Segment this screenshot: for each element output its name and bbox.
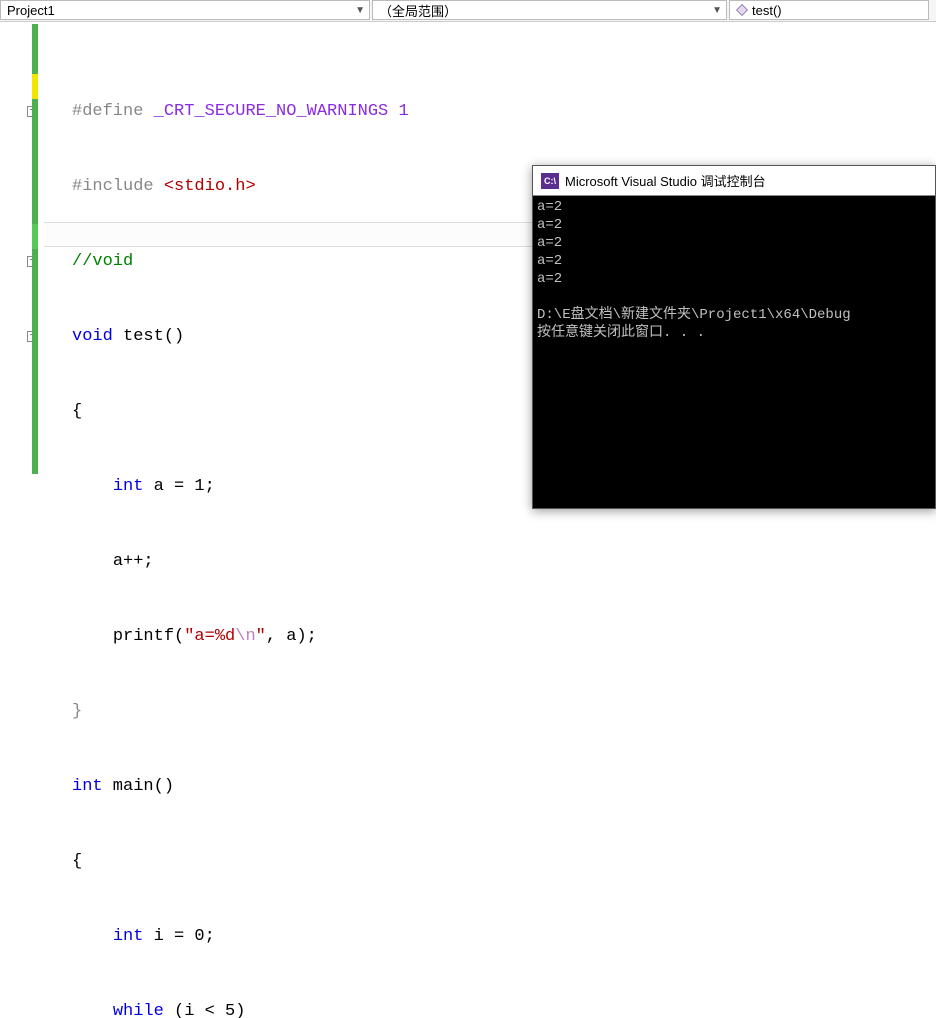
code-line: a++; bbox=[44, 549, 936, 574]
code-line: int i = 0; bbox=[44, 924, 936, 949]
function-icon bbox=[736, 4, 748, 16]
chevron-down-icon: ▼ bbox=[355, 5, 365, 16]
function-selector-label: test() bbox=[752, 3, 924, 18]
code-line: #define _CRT_SECURE_NO_WARNINGS 1 bbox=[44, 99, 936, 124]
code-line: int main() bbox=[44, 774, 936, 799]
code-line: while (i < 5) bbox=[44, 999, 936, 1018]
function-selector[interactable]: test() bbox=[729, 0, 929, 20]
project-selector[interactable]: Project1 ▼ bbox=[0, 0, 370, 20]
code-line: { bbox=[44, 849, 936, 874]
chevron-down-icon: ▼ bbox=[712, 5, 722, 16]
code-line: printf("a=%d\n", a); bbox=[44, 624, 936, 649]
vs-console-icon: C:\ bbox=[541, 173, 559, 189]
scope-selector-label: （全局范围） bbox=[379, 1, 712, 20]
editor-margin: − − − bbox=[0, 22, 44, 509]
scope-selector[interactable]: （全局范围） ▼ bbox=[372, 0, 727, 20]
debug-console-window[interactable]: C:\ Microsoft Visual Studio 调试控制台 a=2 a=… bbox=[532, 165, 936, 509]
console-output: a=2 a=2 a=2 a=2 a=2 D:\E盘文档\新建文件夹\Projec… bbox=[533, 196, 935, 344]
project-selector-label: Project1 bbox=[7, 3, 355, 18]
console-title-bar[interactable]: C:\ Microsoft Visual Studio 调试控制台 bbox=[533, 166, 935, 196]
code-line: } bbox=[44, 699, 936, 724]
context-nav-bar: Project1 ▼ （全局范围） ▼ test() bbox=[0, 0, 936, 22]
console-title-text: Microsoft Visual Studio 调试控制台 bbox=[565, 171, 766, 190]
